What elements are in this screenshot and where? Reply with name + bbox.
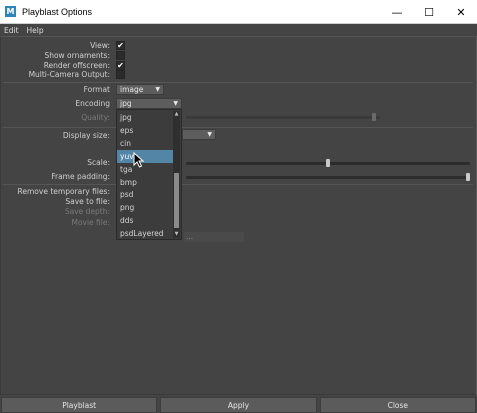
menu-edit[interactable]: Edit [4, 26, 19, 35]
quality-label: Quality: [81, 113, 110, 122]
show-ornaments-label: Show ornaments: [44, 51, 110, 60]
encoding-value: jpg [120, 99, 132, 108]
display-size-dropdown[interactable]: ▼ [182, 129, 216, 140]
encoding-popup-list: jpg eps cin yuv tga bmp psd png dds psdLayered ▲ … [116, 109, 182, 240]
quality-slider-handle[interactable] [372, 113, 377, 121]
separator [3, 127, 473, 128]
encoding-option-jpg[interactable]: jpg [117, 111, 173, 124]
separator [3, 82, 473, 83]
encoding-option-bmp[interactable]: bmp [117, 176, 173, 189]
show-ornaments-checkbox[interactable] [116, 51, 125, 60]
chevron-down-icon: ▼ [173, 100, 178, 107]
multi-camera-checkbox[interactable] [116, 70, 125, 79]
view-label: View: [90, 41, 110, 50]
frame-padding-slider-track [186, 176, 470, 179]
scale-label: Scale: [87, 158, 110, 167]
chevron-down-icon: ▼ [155, 86, 160, 93]
movie-file-field[interactable]: ... [184, 232, 244, 242]
format-value: image [120, 85, 144, 94]
encoding-option-psd[interactable]: psd [117, 188, 173, 201]
render-offscreen-checkbox[interactable]: ✔ [116, 61, 125, 70]
window-title: Playblast Options [22, 6, 93, 17]
scroll-up-icon[interactable]: ▲ [173, 111, 180, 118]
save-to-file-label: Save to file: [65, 197, 110, 206]
popup-scrollbar[interactable]: ▲ ▼ [173, 111, 180, 238]
minimize-button[interactable]: — [381, 0, 413, 24]
checkmark-icon: ✔ [117, 61, 124, 70]
mouse-cursor-icon [133, 152, 145, 168]
frame-padding-label: Frame padding: [51, 172, 110, 181]
remove-temp-files-label: Remove temporary files: [17, 187, 110, 196]
close-button[interactable]: Close [319, 397, 476, 413]
close-window-button[interactable]: ✕ [445, 0, 477, 24]
save-depth-label: Save depth: [64, 207, 110, 216]
format-label: Format [83, 85, 110, 94]
maximize-button[interactable]: ☐ [413, 0, 445, 24]
display-size-label: Display size: [62, 131, 110, 140]
movie-file-label: Movie file: [71, 218, 110, 227]
chevron-down-icon: ▼ [207, 131, 212, 138]
encoding-option-dds[interactable]: dds [117, 214, 173, 227]
encoding-option-psdLayered[interactable]: psdLayered [117, 227, 173, 240]
multi-camera-label: Multi-Camera Output: [28, 70, 110, 79]
apply-button[interactable]: Apply [160, 397, 317, 413]
format-dropdown[interactable]: image ▼ [116, 84, 164, 95]
scale-slider-handle[interactable] [326, 159, 330, 167]
encoding-option-yuv[interactable]: yuv [117, 149, 173, 163]
button-bar: Playblast Apply Close [0, 397, 477, 413]
encoding-option-eps[interactable]: eps [117, 124, 173, 137]
view-checkbox[interactable]: ✔ [116, 41, 125, 50]
frame-padding-slider-handle[interactable] [466, 173, 470, 181]
scrollbar-thumb[interactable] [174, 173, 179, 228]
checkmark-icon: ✔ [117, 41, 124, 50]
encoding-option-tga[interactable]: tga [117, 163, 173, 176]
quality-slider-track [186, 116, 380, 119]
separator [3, 184, 473, 185]
playblast-button[interactable]: Playblast [1, 397, 158, 413]
scroll-down-icon[interactable]: ▼ [173, 231, 180, 238]
encoding-option-png[interactable]: png [117, 201, 173, 214]
encoding-dropdown[interactable]: jpg ▼ [116, 98, 182, 109]
title-bar: M Playblast Options — ☐ ✕ [0, 0, 477, 24]
maya-app-icon: M [5, 6, 16, 17]
window-controls: — ☐ ✕ [381, 0, 477, 24]
menu-bar: Edit Help [0, 24, 477, 36]
encoding-label: Encoding [75, 99, 110, 108]
menu-help[interactable]: Help [27, 26, 44, 35]
encoding-option-cin[interactable]: cin [117, 137, 173, 150]
